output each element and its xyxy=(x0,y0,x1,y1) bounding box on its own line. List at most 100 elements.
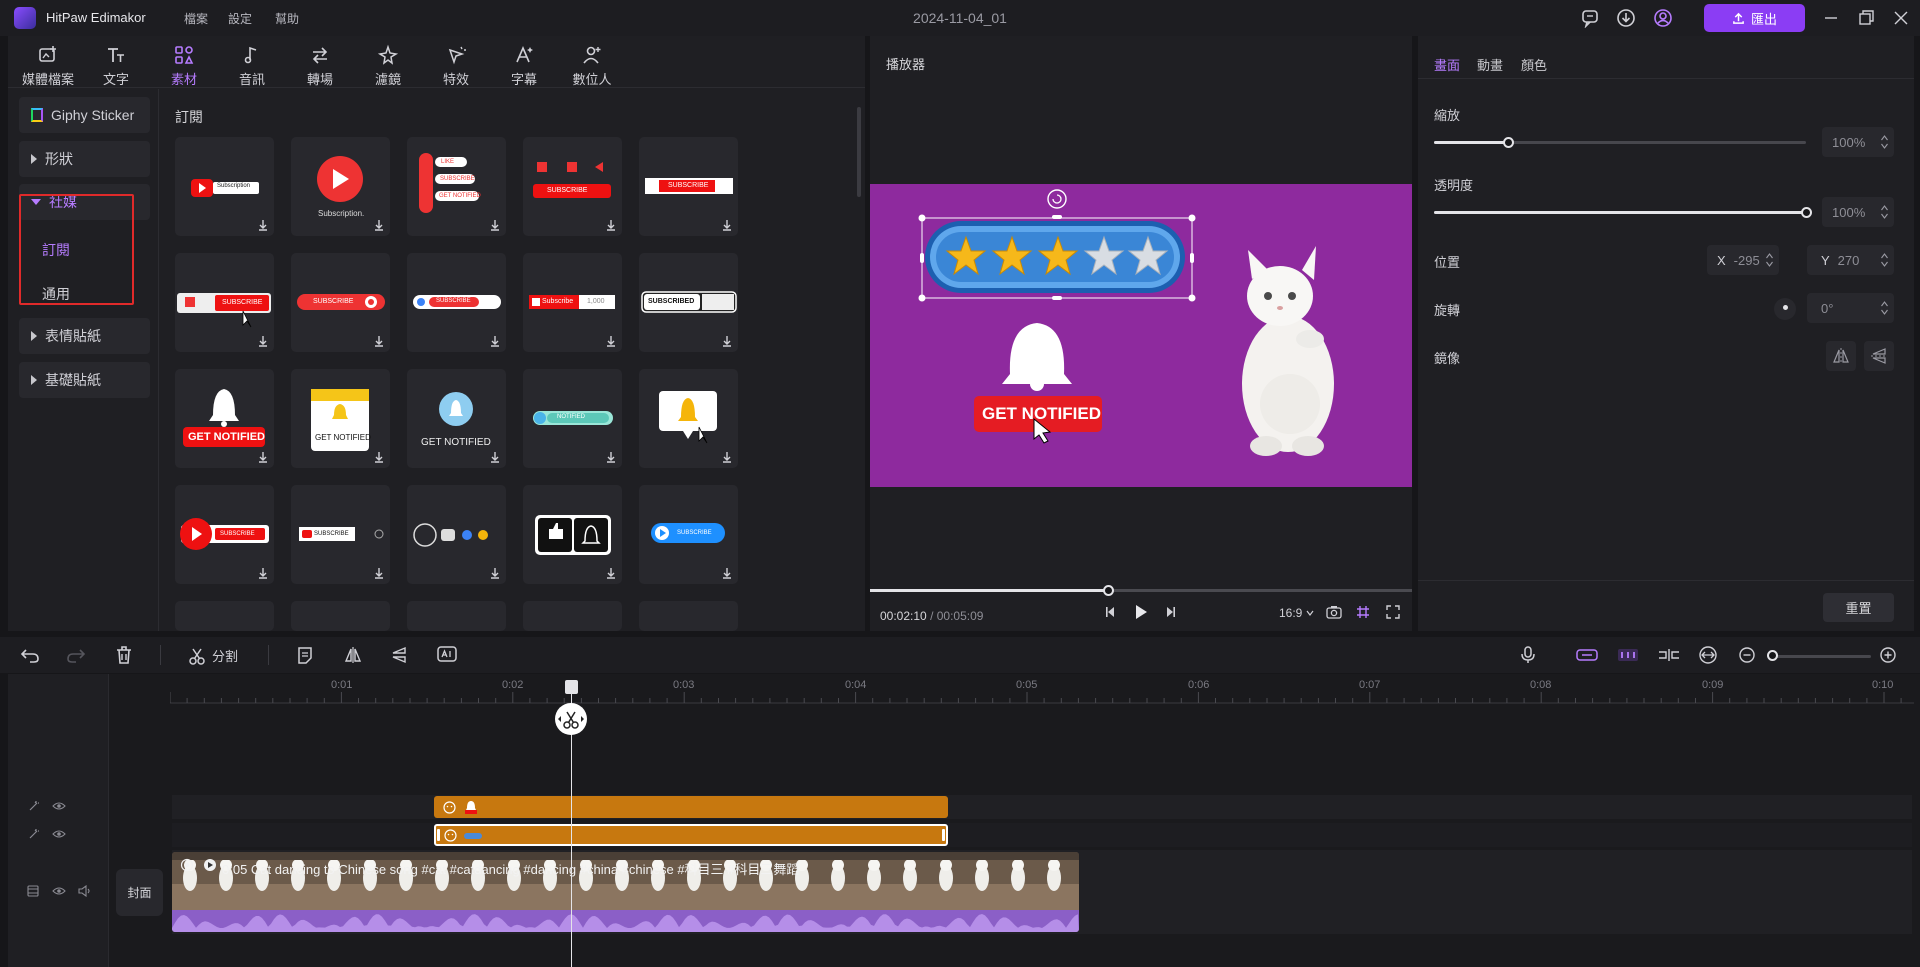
eye-icon[interactable] xyxy=(52,800,66,812)
aspect-ratio-select[interactable]: 16:9 xyxy=(1279,606,1314,620)
download-icon[interactable] xyxy=(257,567,269,579)
eye-icon[interactable] xyxy=(52,828,66,840)
flip-icon[interactable] xyxy=(390,646,408,664)
opacity-slider-knob[interactable] xyxy=(1801,207,1812,218)
sticker-tile[interactable]: SUBSCRIBE xyxy=(639,485,738,584)
category-shapes[interactable]: 形狀 xyxy=(19,141,150,177)
tool-elements[interactable]: 素材 xyxy=(154,38,214,88)
ai-icon[interactable] xyxy=(437,646,457,664)
tab-canvas[interactable]: 畫面 xyxy=(1434,55,1460,74)
menu-settings[interactable]: 設定 xyxy=(228,10,252,27)
download-icon[interactable] xyxy=(721,335,733,347)
category-basic[interactable]: 基礎貼紙 xyxy=(19,362,150,398)
tool-digital-human[interactable]: 數位人 xyxy=(562,38,622,88)
download-icon[interactable] xyxy=(721,219,733,231)
sticker-tile[interactable]: GET NOTIFIED xyxy=(291,369,390,468)
asset-scrollbar[interactable] xyxy=(857,107,861,197)
category-emoji[interactable]: 表情貼紙 xyxy=(19,318,150,354)
sticker-tile[interactable]: GET NOTIFIED xyxy=(175,369,274,468)
sticker-tile[interactable] xyxy=(523,601,622,631)
close-icon[interactable] xyxy=(1890,7,1912,29)
sticker-tile[interactable]: SUBSCRIBE xyxy=(291,485,390,584)
sticker-tile[interactable]: SUBSCRIBE xyxy=(639,137,738,236)
minimize-icon[interactable] xyxy=(1820,7,1842,29)
sticker-edit-icon[interactable] xyxy=(297,646,313,664)
spinner-icon[interactable] xyxy=(1766,252,1773,268)
position-y-input[interactable]: Y 270 xyxy=(1807,245,1894,275)
sticker-tile[interactable] xyxy=(407,485,506,584)
sticker-tile[interactable]: SUBSCRIBE xyxy=(175,253,274,352)
clip-trim-handle[interactable] xyxy=(437,829,440,841)
feedback-icon[interactable] xyxy=(1580,8,1600,28)
sticker-tile[interactable]: LIKE SUBSCRIBE GET NOTIFIED xyxy=(407,137,506,236)
undo-icon[interactable] xyxy=(20,646,40,664)
rotate-dial[interactable] xyxy=(1774,298,1796,320)
flip-vertical-icon[interactable] xyxy=(1864,341,1894,371)
download-icon[interactable] xyxy=(605,335,617,347)
prev-frame-icon[interactable] xyxy=(1104,605,1118,619)
sticker-tile[interactable]: SUBSCRIBE xyxy=(407,253,506,352)
reset-button[interactable]: 重置 xyxy=(1823,593,1894,622)
zoom-out-icon[interactable] xyxy=(1738,646,1756,664)
sticker-tile[interactable]: Subscription xyxy=(175,137,274,236)
delete-icon[interactable] xyxy=(115,645,133,665)
tool-text[interactable]: 文字 xyxy=(86,38,146,88)
download-icon[interactable] xyxy=(257,335,269,347)
sticker-tile[interactable] xyxy=(639,601,738,631)
sticker-tile[interactable] xyxy=(175,601,274,631)
zoom-slider-knob[interactable] xyxy=(1767,650,1778,661)
spinner-icon[interactable] xyxy=(1881,252,1888,268)
sticker-track-1[interactable] xyxy=(172,795,1912,819)
zoom-in-icon[interactable] xyxy=(1879,646,1897,664)
spinner-icon[interactable] xyxy=(1881,300,1888,316)
sticker-tile[interactable]: GET NOTIFIED xyxy=(407,369,506,468)
tab-color[interactable]: 顏色 xyxy=(1521,55,1547,74)
flip-horizontal-icon[interactable] xyxy=(1826,341,1856,371)
speaker-icon[interactable] xyxy=(78,885,92,897)
playback-progress-knob[interactable] xyxy=(1103,585,1114,596)
microphone-icon[interactable] xyxy=(1520,646,1536,664)
sticker-tile[interactable]: NOTIFIED xyxy=(523,369,622,468)
eye-icon[interactable] xyxy=(52,885,66,897)
sticker-tile[interactable]: SUBSCRIBED xyxy=(639,253,738,352)
download-icon[interactable] xyxy=(721,451,733,463)
grid-icon[interactable] xyxy=(1356,605,1370,619)
sticker-tile[interactable] xyxy=(523,485,622,584)
split-clip-icon[interactable] xyxy=(1658,648,1680,662)
clip-settings-icon[interactable] xyxy=(180,858,194,872)
download-icon[interactable] xyxy=(373,335,385,347)
next-frame-icon[interactable] xyxy=(1163,605,1177,619)
magnet-link-icon[interactable] xyxy=(1576,648,1598,662)
split-button[interactable]: 分割 xyxy=(188,646,238,665)
restore-icon[interactable] xyxy=(1855,7,1877,29)
sticker-clip-notify[interactable] xyxy=(434,796,948,818)
account-icon[interactable] xyxy=(1653,8,1673,28)
spinner-icon[interactable] xyxy=(1881,204,1888,220)
snapshot-icon[interactable] xyxy=(1326,605,1342,619)
mirror-icon[interactable] xyxy=(344,646,362,664)
play-icon[interactable] xyxy=(1133,603,1149,621)
sticker-tile[interactable]: SUBSCRIBE xyxy=(291,253,390,352)
sticker-clip-stars[interactable] xyxy=(434,824,948,846)
snap-icon[interactable] xyxy=(1617,648,1639,662)
sticker-tile[interactable]: SUBSCRIBE xyxy=(523,137,622,236)
download-icon[interactable] xyxy=(373,567,385,579)
playhead-handle[interactable] xyxy=(565,680,578,694)
cover-button[interactable]: 封面 xyxy=(116,869,163,916)
menu-file[interactable]: 檔案 xyxy=(184,10,208,27)
export-button[interactable]: 匯出 xyxy=(1704,4,1805,32)
download-icon[interactable] xyxy=(1616,8,1636,28)
download-icon[interactable] xyxy=(257,219,269,231)
tool-transition[interactable]: 轉場 xyxy=(290,38,350,88)
spinner-icon[interactable] xyxy=(1881,134,1888,150)
clip-trim-handle[interactable] xyxy=(942,829,945,841)
download-icon[interactable] xyxy=(489,219,501,231)
fit-timeline-icon[interactable] xyxy=(1698,646,1718,664)
download-icon[interactable] xyxy=(721,567,733,579)
category-giphy[interactable]: Giphy Sticker xyxy=(19,97,150,133)
download-icon[interactable] xyxy=(489,335,501,347)
tool-media[interactable]: 媒體檔案 xyxy=(18,38,78,88)
sticker-tile[interactable] xyxy=(639,369,738,468)
fullscreen-icon[interactable] xyxy=(1386,605,1400,619)
download-icon[interactable] xyxy=(605,567,617,579)
